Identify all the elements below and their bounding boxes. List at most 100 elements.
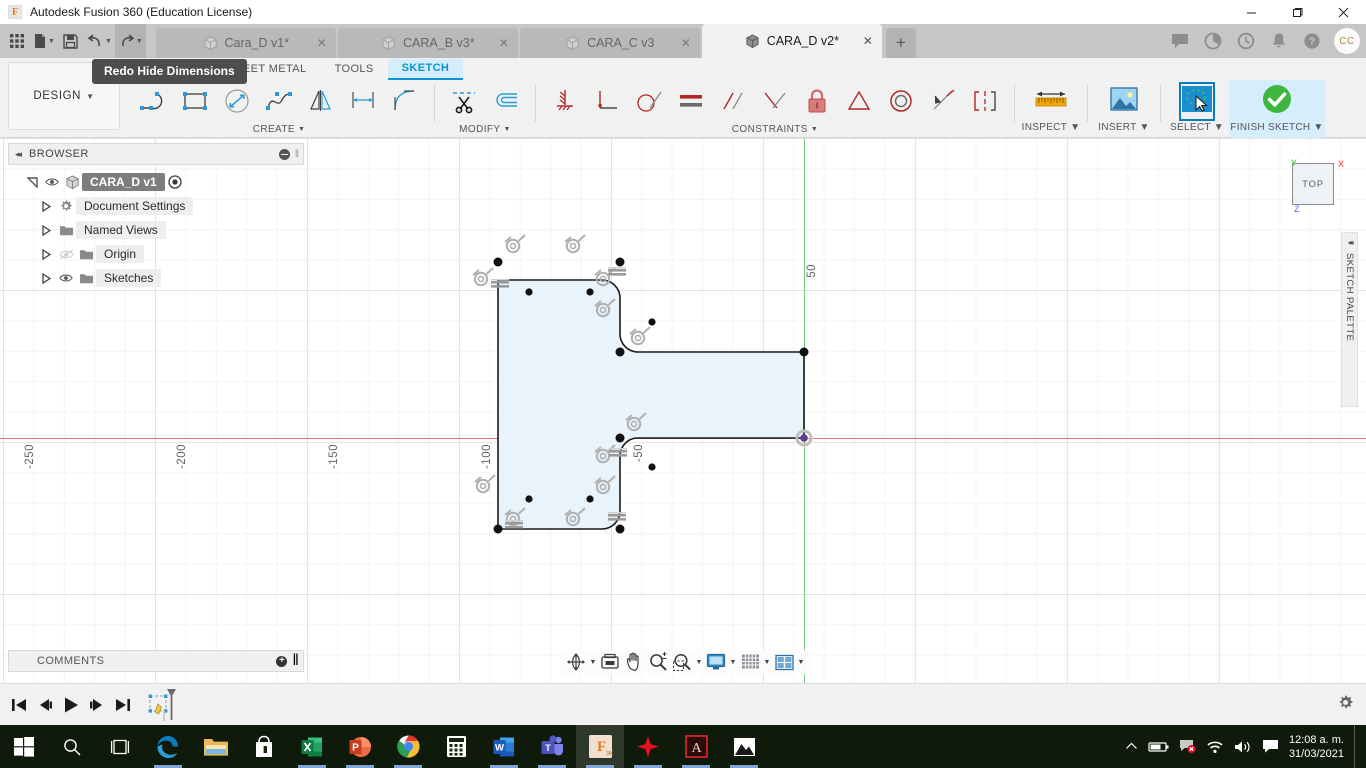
chevron-down-icon[interactable]: ▼ <box>105 38 112 45</box>
help-icon[interactable]: ? <box>1297 27 1327 55</box>
line-tool[interactable] <box>132 80 174 122</box>
tree-row-document-settings[interactable]: Document Settings <box>8 194 304 218</box>
horizontal-vertical-constraint[interactable] <box>544 80 586 122</box>
chevron-down-icon[interactable]: ▼ <box>588 659 598 666</box>
insert-button[interactable]: INSERT ▼ <box>1096 80 1152 133</box>
file-explorer-app[interactable] <box>192 725 240 768</box>
minimize-button[interactable] <box>1228 0 1274 24</box>
chevron-down-icon[interactable]: ▼ <box>1070 122 1080 133</box>
visibility-eye-off-icon[interactable] <box>56 249 76 260</box>
circle-tool[interactable] <box>216 80 258 122</box>
save-icon[interactable] <box>58 24 84 58</box>
grip-icon[interactable]: ‖ <box>292 652 299 670</box>
tree-row-origin[interactable]: Origin <box>8 242 304 266</box>
chevron-down-icon[interactable]: ▼ <box>136 38 143 45</box>
document-tab-0[interactable]: Cara_D v1* ✕ <box>155 28 336 58</box>
search-button[interactable] <box>48 725 96 768</box>
chevron-down-icon[interactable]: ▼ <box>86 92 95 101</box>
show-desktop-button[interactable] <box>1354 725 1360 768</box>
close-icon[interactable]: ✕ <box>863 34 873 48</box>
action-center-icon[interactable] <box>1262 739 1279 754</box>
browser-minus-icon[interactable] <box>278 148 290 160</box>
avatar[interactable]: CC <box>1334 28 1360 54</box>
symmetry-constraint[interactable] <box>964 80 1006 122</box>
display-settings[interactable] <box>704 651 728 673</box>
battery-icon[interactable] <box>1148 741 1169 753</box>
expand-arrow-open[interactable] <box>22 176 42 188</box>
view-cube[interactable]: TOP <box>1292 163 1334 205</box>
orbit-tool[interactable] <box>564 651 588 673</box>
ribbon-tab-sketch[interactable]: SKETCH <box>387 58 464 80</box>
spline-tool[interactable] <box>258 80 300 122</box>
speech-icon[interactable] <box>1179 739 1196 754</box>
edge-app[interactable] <box>144 725 192 768</box>
job-status-icon[interactable] <box>1198 27 1228 55</box>
show-hidden-icons-button[interactable] <box>1125 741 1138 752</box>
word-app[interactable]: W <box>480 725 528 768</box>
powerpoint-app[interactable]: P <box>336 725 384 768</box>
chevron-down-icon[interactable]: ▼ <box>1140 122 1150 133</box>
perpendicular-constraint[interactable] <box>586 80 628 122</box>
tree-row-root[interactable]: CARA_D v1 <box>8 170 304 194</box>
trim-tool[interactable] <box>443 80 485 122</box>
comments-icon[interactable] <box>1165 27 1195 55</box>
recent-icon[interactable] <box>1231 27 1261 55</box>
finish-sketch-button[interactable]: FINISH SKETCH ▼ <box>1229 80 1325 138</box>
expand-arrow-closed[interactable] <box>36 200 56 212</box>
new-tab-button[interactable]: + <box>885 28 916 58</box>
ribbon-group-label-constraints[interactable]: CONSTRAINTS ▼ <box>732 122 818 136</box>
coincident-constraint[interactable] <box>838 80 880 122</box>
tree-row-sketches[interactable]: Sketches <box>8 266 304 290</box>
chevron-down-icon[interactable]: ▼ <box>1313 122 1323 133</box>
document-tab-3[interactable]: CARA_D v2* ✕ <box>701 24 882 58</box>
timeline-feature-sketch[interactable] <box>148 688 178 722</box>
rectangle-tool[interactable] <box>174 80 216 122</box>
comments-panel-header[interactable]: COMMENTS + ‖ <box>8 650 304 672</box>
microsoft-store-app[interactable] <box>240 725 288 768</box>
chevron-down-icon[interactable]: ▼ <box>728 659 738 666</box>
volume-icon[interactable] <box>1234 740 1252 754</box>
viewports[interactable] <box>772 651 796 673</box>
chevron-down-icon[interactable]: ▼ <box>694 659 704 666</box>
new-file-icon[interactable]: ▼ <box>30 24 58 58</box>
ribbon-group-label-create[interactable]: CREATE ▼ <box>253 122 306 136</box>
look-at-tool[interactable] <box>598 651 622 673</box>
browser-header[interactable]: ◂◂ BROWSER ‖ <box>8 143 304 165</box>
fix-unfix-constraint[interactable] <box>796 80 838 122</box>
go-to-beginning-button[interactable] <box>6 685 32 725</box>
undo-icon[interactable]: ▼ <box>84 24 115 58</box>
ribbon-tab-tools[interactable]: TOOLS <box>321 60 388 79</box>
document-tab-1[interactable]: CARA_B v3* ✕ <box>337 28 518 58</box>
timeline-settings-gear-icon[interactable] <box>1337 694 1354 716</box>
expand-arrow-closed[interactable] <box>36 224 56 236</box>
collapse-icon[interactable]: ◂◂ <box>1347 238 1353 247</box>
chevron-down-icon[interactable]: ▼ <box>503 126 510 133</box>
step-forward-button[interactable] <box>84 685 110 725</box>
maximize-button[interactable] <box>1274 0 1320 24</box>
tree-row-named-views[interactable]: Named Views <box>8 218 304 242</box>
task-view-button[interactable] <box>96 725 144 768</box>
select-button[interactable]: SELECT ▼ <box>1169 80 1225 133</box>
inspect-button[interactable]: INSPECT ▼ <box>1022 80 1080 133</box>
sketch-dimension-tool[interactable] <box>342 80 384 122</box>
visibility-eye-icon[interactable] <box>42 177 62 187</box>
visibility-eye-icon[interactable] <box>56 273 76 283</box>
ribbon-group-label-modify[interactable]: MODIFY ▼ <box>459 122 511 136</box>
step-back-button[interactable] <box>32 685 58 725</box>
chevron-down-icon[interactable]: ▼ <box>48 38 55 45</box>
sketch-palette-panel[interactable]: ◂◂ SKETCH PALETTE <box>1341 232 1358 407</box>
tangent-constraint[interactable] <box>628 80 670 122</box>
parallel-constraint[interactable] <box>712 80 754 122</box>
app-grid-icon[interactable] <box>4 24 30 58</box>
acrobat-app[interactable]: A <box>672 725 720 768</box>
chevron-down-icon[interactable]: ▼ <box>298 126 305 133</box>
go-to-end-button[interactable] <box>110 685 136 725</box>
expand-arrow-closed[interactable] <box>36 272 56 284</box>
activate-component-icon[interactable] <box>165 175 185 189</box>
photos-app[interactable] <box>720 725 768 768</box>
excel-app[interactable] <box>288 725 336 768</box>
zoom-window-tool[interactable] <box>670 651 694 673</box>
pan-tool[interactable] <box>622 651 646 673</box>
offset-tool[interactable] <box>485 80 527 122</box>
redo-icon[interactable]: ▼ <box>114 24 146 58</box>
